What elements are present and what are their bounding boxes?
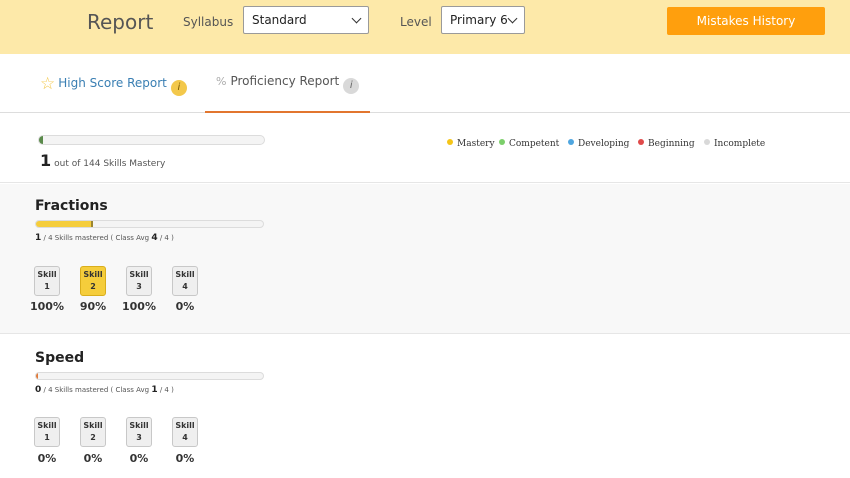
skill-percent: 0% [175,300,195,313]
legend-dot [704,139,710,145]
skill-2-button[interactable]: Skill 2 [80,266,106,296]
skill-number: 2 [90,282,96,291]
legend-label: Competent [509,139,560,149]
legend-dot [447,139,453,145]
chevron-down-icon [351,13,362,24]
legend-competent: Competent [499,139,559,149]
skill-label: Skill [83,421,103,430]
legend-label: Beginning [648,139,695,149]
skill-number: 1 [44,282,50,291]
section-progress-fill [36,221,93,227]
section-stats: 1 / 4 Skills mastered ( Class Avg 4 / 4 … [35,233,174,243]
syllabus-select-value: Standard [252,13,307,27]
level-label: Level [400,15,432,29]
total-count: 4 [164,386,169,394]
skill-label: Skill [175,270,195,279]
skill-label: Skill [83,270,103,279]
mastery-count: 1 out of 144 Skills Mastery [40,151,165,170]
section-title: Fractions [35,198,108,214]
overall-progress-bar [38,135,265,145]
star-icon: ☆ [40,74,56,94]
legend-beginning: Beginning [638,139,695,149]
class-avg: 1 [151,385,158,395]
section-fractions: Fractions 1 / 4 Skills mastered ( Class … [0,184,850,334]
level-select-value: Primary 6 [450,13,508,27]
skill-percent: 100% [30,300,64,313]
skill-number: 3 [136,433,142,442]
skill-4-button[interactable]: Skill 4 [172,266,198,296]
stats-separator: / [43,234,46,242]
mastered-count: 1 [40,151,52,170]
legend-label: Incomplete [714,139,766,149]
skill-label: Skill [129,270,149,279]
stats-separator: / [159,386,163,394]
skill-percent: 0% [129,452,149,465]
skill-percent: 0% [175,452,195,465]
skill-1-button[interactable]: Skill 1 [34,417,60,447]
section-speed: Speed 0 / 4 Skills mastered ( Class Avg … [0,335,850,478]
overall-progress-fill [39,136,44,144]
skill-2-button[interactable]: Skill 2 [80,417,106,447]
info-icon[interactable]: i [170,80,187,96]
skill-3-button[interactable]: Skill 3 [126,417,152,447]
legend-label: Developing [578,139,630,149]
stats-text: Skills mastered ( Class Avg [54,234,150,242]
legend-dot [638,139,644,145]
skill-percent: 100% [122,300,156,313]
section-stats: 0 / 4 Skills mastered ( Class Avg 1 / 4 … [35,385,174,395]
skill-number: 2 [90,433,96,442]
tab-label: Proficiency Report [230,74,340,88]
legend-dot [499,139,505,145]
tab-label: High Score Report [58,76,167,90]
section-progress-bar [35,220,264,228]
page-title: Report [87,10,154,34]
tab-high-score-report[interactable]: ☆ High Score Report i [40,74,187,113]
bar-start-marker [36,373,38,379]
legend-dot [568,139,574,145]
skill-4-button[interactable]: Skill 4 [172,417,198,447]
stats-close: ) [171,386,174,394]
total-count: 4 [164,234,169,242]
percent-icon: % [216,75,227,88]
skill-label: Skill [37,270,57,279]
syllabus-label: Syllabus [183,15,234,29]
total-count: 4 [48,386,53,394]
skill-3-button[interactable]: Skill 3 [126,266,152,296]
skill-percent: 0% [37,452,57,465]
skill-label: Skill [129,421,149,430]
skill-1-button[interactable]: Skill 1 [34,266,60,296]
legend-incomplete: Incomplete [704,139,765,149]
mastered-count: 0 [35,385,42,395]
section-title: Speed [35,350,85,366]
class-avg: 4 [151,233,158,243]
mastered-count: 1 [35,233,42,243]
chevron-down-icon [507,13,518,24]
section-progress-bar [35,372,264,380]
total-count: 4 [48,234,53,242]
skill-number: 4 [182,433,188,442]
skill-label: Skill [37,421,57,430]
stats-text: Skills mastered ( Class Avg [54,386,150,394]
stats-close: ) [171,234,174,242]
report-tabs: ☆ High Score Report i % Proficiency Report i [0,54,850,113]
legend-label: Mastery [457,139,495,149]
tab-proficiency-report[interactable]: % Proficiency Report i [205,74,370,113]
legend-developing: Developing [568,139,629,149]
skill-number: 4 [182,282,188,291]
top-bar: Report Syllabus Standard Level Primary 6… [0,0,850,54]
stats-separator: / [43,386,46,394]
syllabus-select[interactable]: Standard [243,6,369,34]
mastery-total-text: out of 144 Skills Mastery [54,159,166,169]
skill-number: 1 [44,433,50,442]
info-icon[interactable]: i [343,78,360,94]
legend-mastery: Mastery [447,139,495,149]
level-select[interactable]: Primary 6 [441,6,525,34]
skill-label: Skill [175,421,195,430]
skill-number: 3 [136,282,142,291]
skill-percent: 90% [79,300,107,313]
mastery-summary: 1 out of 144 Skills Mastery Mastery Compe… [0,113,850,183]
stats-separator: / [159,234,163,242]
mistakes-history-button[interactable]: Mistakes History [667,7,825,35]
skill-percent: 0% [83,452,103,465]
